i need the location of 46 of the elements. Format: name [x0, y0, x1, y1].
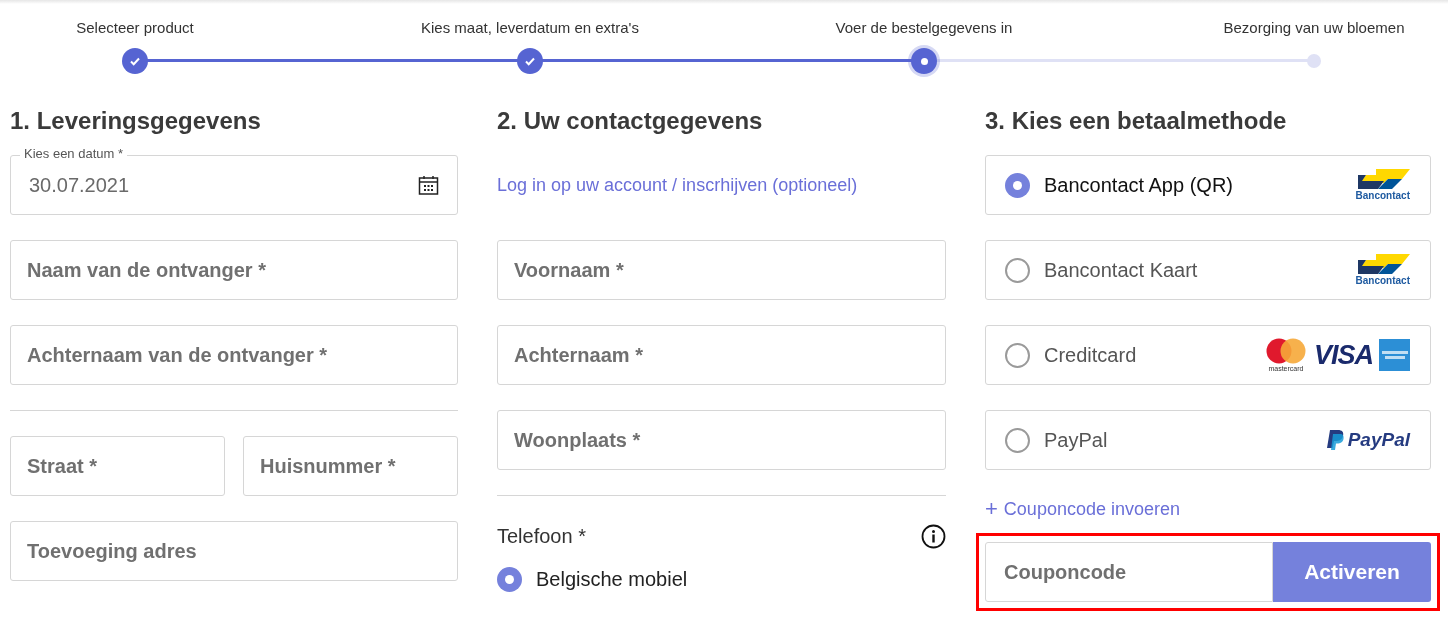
- date-value: 30.07.2021: [29, 173, 131, 198]
- section-heading: 3. Kies een betaalmethode: [985, 106, 1288, 136]
- input-field[interactable]: Toevoeging adres: [10, 521, 458, 581]
- logo-text: PayPal: [1347, 427, 1410, 452]
- payment-label: Creditcard: [1044, 343, 1138, 368]
- radio-selected[interactable]: [1005, 172, 1030, 198]
- input-field[interactable]: Achternaam van de ontvanger *: [10, 325, 458, 385]
- activate-button[interactable]: Activeren: [1273, 542, 1431, 602]
- radio-selected[interactable]: [497, 566, 522, 592]
- payment-option[interactable]: Bancontact Kaart Bancontact: [985, 240, 1431, 300]
- payment-option[interactable]: Bancontact App (QR) Bancontact: [985, 155, 1431, 215]
- paypal-p-icon: [1326, 429, 1344, 451]
- calendar-icon[interactable]: [418, 174, 439, 196]
- section-heading: 2. Uw contactgegevens: [497, 106, 764, 136]
- plus-icon[interactable]: +: [985, 498, 998, 520]
- step-label: Bezorging van uw bloemen: [1223, 18, 1405, 38]
- payment-label: Bancontact Kaart: [1044, 258, 1199, 283]
- input-field[interactable]: Achternaam *: [497, 325, 946, 385]
- step-label: Kies maat, leverdatum en extra's: [421, 18, 639, 38]
- input-field[interactable]: Huisnummer *: [243, 436, 458, 496]
- bancontact-mark-icon: [1358, 168, 1410, 189]
- radio-unselected[interactable]: [1005, 342, 1030, 368]
- amex-logo-icon: [1379, 339, 1410, 371]
- step-label: Selecteer product: [76, 18, 194, 38]
- coupon-link[interactable]: Couponcode invoeren: [1003, 495, 1180, 523]
- input-field[interactable]: Voornaam *: [497, 240, 946, 300]
- logo-text: Bancontact: [1355, 189, 1410, 202]
- mastercard-circles-icon: [1265, 337, 1306, 364]
- logo-text: Bancontact: [1355, 274, 1410, 287]
- section-heading: 1. Leveringsgegevens: [10, 106, 262, 136]
- coupon-input[interactable]: Couponcode: [985, 542, 1273, 602]
- login-link[interactable]: Log in op uw account / inscrhijven (optioneel): [497, 171, 858, 199]
- input-field[interactable]: Naam van de ontvanger *: [10, 240, 458, 300]
- radio-unselected[interactable]: [1005, 427, 1030, 453]
- phone-label: Telefoon *: [497, 524, 586, 549]
- input-field[interactable]: Woonplaats *: [497, 410, 946, 470]
- input-field[interactable]: Straat *: [10, 436, 225, 496]
- step-label: Voer de bestelgegevens in: [835, 18, 1013, 38]
- info-icon[interactable]: [921, 523, 946, 549]
- radio-label: Belgische mobiel: [536, 567, 688, 592]
- payment-label: PayPal: [1044, 428, 1109, 453]
- radio-unselected[interactable]: [1005, 257, 1030, 283]
- payment-label: Bancontact App (QR): [1044, 173, 1234, 198]
- visa-logo: VISA: [1313, 340, 1373, 370]
- payment-option[interactable]: PayPal PayPal: [985, 410, 1431, 470]
- bancontact-mark-icon: [1358, 253, 1410, 274]
